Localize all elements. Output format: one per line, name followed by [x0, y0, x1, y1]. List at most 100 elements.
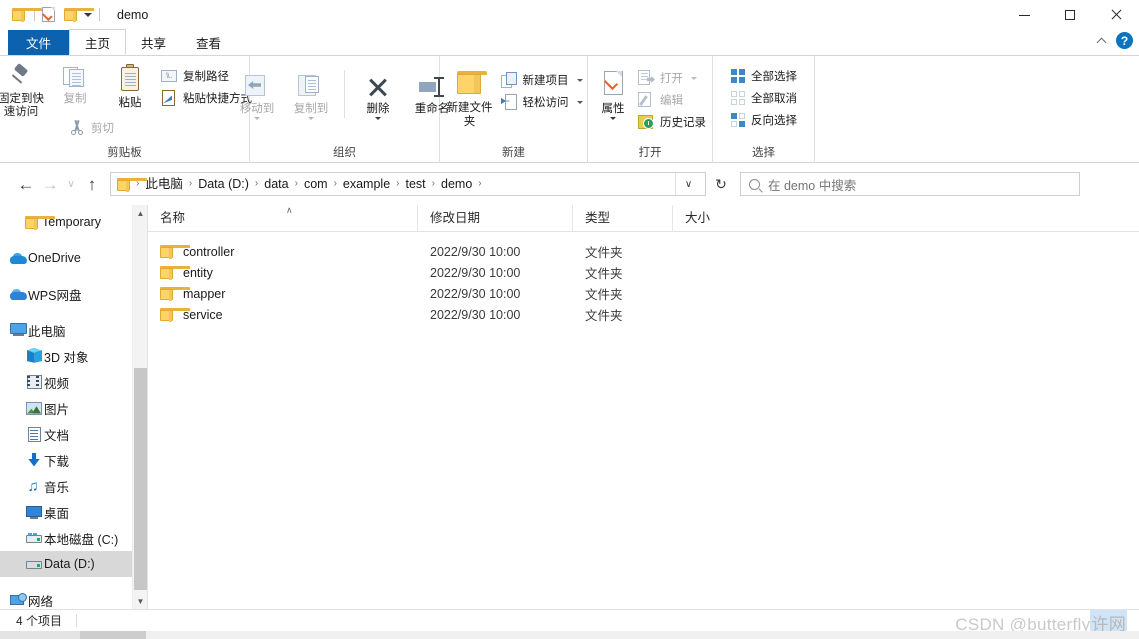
tab-view[interactable]: 查看	[181, 30, 236, 55]
address-dropdown-icon[interactable]: ∨	[675, 173, 701, 195]
new-item-dropdown-icon[interactable]	[576, 78, 583, 82]
pin-to-quick-access-button[interactable]: 固定到快速访问	[0, 60, 48, 119]
back-button[interactable]: ←	[14, 172, 38, 196]
sidebar-item-pictures[interactable]: 图片	[0, 395, 147, 421]
music-icon: ♫	[27, 477, 39, 495]
sidebar-item-label: 图片	[44, 402, 70, 417]
breadcrumb-data-d[interactable]: Data (D:)	[193, 173, 254, 195]
navigation-pane-scrollbar[interactable]: ▲ ▼	[132, 205, 147, 609]
properties-icon[interactable]	[42, 7, 55, 22]
edit-button[interactable]: 编辑	[635, 89, 709, 111]
ribbon-group-new-title: 新建	[502, 147, 525, 159]
ribbon-group-select: 全部选择 全部取消 反向选择 选择	[713, 56, 815, 163]
breadcrumb-bar[interactable]: › 此电脑 › Data (D:) › data › com › example…	[110, 172, 706, 196]
minimize-button[interactable]	[1001, 0, 1047, 30]
collapse-ribbon-icon[interactable]	[1098, 36, 1107, 45]
crumb-separator-7[interactable]: ›	[477, 173, 482, 195]
help-icon[interactable]: ?	[1116, 32, 1133, 49]
up-button[interactable]: ↑	[80, 172, 104, 196]
copy-to-label: 复制到	[293, 103, 329, 115]
scrollbar-track[interactable]	[0, 631, 80, 639]
search-input[interactable]: 在 demo 中搜索	[768, 175, 856, 194]
breadcrumb-data[interactable]: data	[259, 173, 293, 195]
sidebar-item-documents[interactable]: 文档	[0, 421, 147, 447]
sidebar-item-downloads[interactable]: 下载	[0, 447, 147, 473]
sidebar-item-videos[interactable]: 视频	[0, 369, 147, 395]
maximize-button[interactable]	[1047, 0, 1093, 30]
maximize-icon	[1065, 10, 1075, 20]
horizontal-scrollbar[interactable]	[0, 631, 1139, 639]
table-row[interactable]: service 2022/9/30 10:00 文件夹	[148, 304, 1139, 325]
breadcrumb-com[interactable]: com	[299, 173, 333, 195]
refresh-button[interactable]: ↻	[708, 172, 734, 196]
column-header-size[interactable]: 大小	[673, 205, 773, 232]
folder-icon[interactable]	[12, 8, 42, 22]
sidebar-item-music[interactable]: ♫ 音乐	[0, 473, 147, 499]
new-item-button[interactable]: 新建项目	[498, 69, 586, 91]
status-divider	[76, 614, 78, 627]
history-label: 历史记录	[660, 117, 706, 129]
tab-home[interactable]: 主页	[69, 29, 127, 55]
sidebar-item-local-disk-c[interactable]: 本地磁盘 (C:)	[0, 525, 147, 551]
copy-to-button[interactable]: 复制到	[284, 70, 338, 120]
close-button[interactable]	[1093, 0, 1139, 30]
copy-to-dropdown-icon[interactable]	[308, 117, 314, 120]
sidebar-item-label: 网络	[28, 594, 54, 609]
column-header-name-label: 名称	[160, 210, 186, 225]
delete-dropdown-icon[interactable]	[375, 117, 381, 120]
properties-dropdown-icon[interactable]	[610, 117, 616, 120]
sidebar-item-this-pc[interactable]: 此电脑	[0, 317, 147, 343]
move-to-dropdown-icon[interactable]	[254, 117, 260, 120]
sidebar-item-3d-objects[interactable]: 3D 对象	[0, 343, 147, 369]
scrollbar-thumb[interactable]	[134, 368, 147, 590]
data-disk-icon	[24, 559, 44, 570]
easy-access-button[interactable]: 轻松访问	[498, 91, 586, 113]
new-folder-button[interactable]: 新建文件夹	[442, 66, 498, 129]
sidebar-item-temporary[interactable]: Temporary	[0, 209, 147, 235]
select-none-button[interactable]: 全部取消	[727, 87, 800, 109]
folder-icon	[22, 215, 55, 230]
breadcrumb-this-pc[interactable]: 此电脑	[140, 173, 188, 195]
column-header-modified[interactable]: 修改日期	[418, 204, 573, 232]
breadcrumb-demo[interactable]: demo	[436, 173, 477, 195]
breadcrumb-test[interactable]: test	[401, 173, 431, 195]
table-row[interactable]: mapper 2022/9/30 10:00 文件夹	[148, 283, 1139, 304]
sidebar-item-wps-cloud[interactable]: WPS网盘	[0, 281, 147, 307]
easy-access-dropdown-icon[interactable]	[576, 100, 583, 104]
scrollbar-thumb[interactable]	[80, 631, 146, 639]
paste-button[interactable]: 粘贴	[102, 60, 158, 110]
ribbon-group-open: 属性 打开 编辑 历史记录 打开	[588, 56, 713, 163]
scroll-up-icon[interactable]: ▲	[133, 205, 147, 221]
recent-locations-button[interactable]: ∨	[62, 172, 80, 196]
sidebar-item-network[interactable]: 网络	[0, 587, 147, 609]
tab-file[interactable]: 文件	[8, 30, 70, 55]
forward-button[interactable]: →	[38, 172, 62, 196]
copy-button[interactable]: 复制	[48, 60, 102, 106]
history-button[interactable]: 历史记录	[635, 111, 709, 133]
move-to-button[interactable]: 移动到	[230, 70, 284, 120]
sidebar-item-onedrive[interactable]: OneDrive	[0, 245, 147, 271]
invert-selection-button[interactable]: 反向选择	[727, 109, 800, 131]
properties-button[interactable]: 属性	[591, 66, 635, 120]
sidebar-item-data-d[interactable]: Data (D:)	[0, 551, 147, 577]
column-header-name[interactable]: 名称 ∧	[148, 204, 418, 232]
new-folder-icon[interactable]	[64, 8, 94, 22]
copy-to-icon	[297, 74, 325, 100]
table-row[interactable]: controller 2022/9/30 10:00 文件夹	[148, 241, 1139, 262]
delete-label: 删除	[366, 103, 390, 115]
open-dropdown-icon[interactable]	[691, 76, 697, 80]
search-box[interactable]: 在 demo 中搜索	[740, 172, 1080, 196]
delete-button[interactable]: 删除	[351, 70, 405, 120]
chevron-down-icon[interactable]	[84, 12, 92, 17]
table-row[interactable]: entity 2022/9/30 10:00 文件夹	[148, 262, 1139, 283]
select-all-button[interactable]: 全部选择	[727, 65, 800, 87]
cut-button[interactable]: 剪切	[66, 117, 117, 139]
column-header-type[interactable]: 类型	[573, 204, 673, 232]
sidebar-item-desktop[interactable]: 桌面	[0, 499, 147, 525]
tab-share[interactable]: 共享	[126, 30, 181, 55]
cut-label: 剪切	[91, 123, 114, 135]
breadcrumb-example[interactable]: example	[338, 173, 395, 195]
scroll-down-icon[interactable]: ▼	[133, 593, 147, 609]
back-icon: ←	[17, 174, 35, 194]
open-button[interactable]: 打开	[635, 67, 709, 89]
